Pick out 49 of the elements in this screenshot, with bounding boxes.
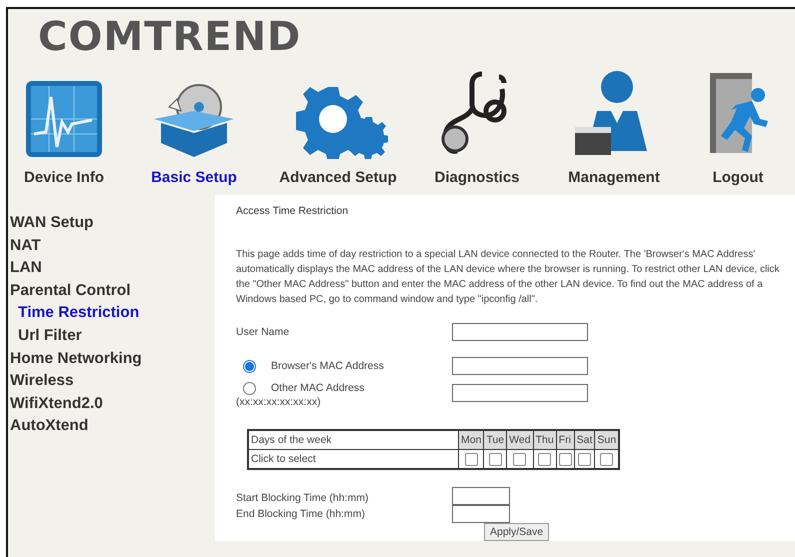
monitor-graph-icon[interactable]	[24, 79, 104, 159]
format-hint: (xx:xx:xx:xx:xx:xx)	[236, 396, 322, 408]
page-title: Access Time Restriction	[236, 205, 350, 217]
sidebar-item[interactable]: Wireless	[8, 370, 74, 393]
sidebar-item[interactable]: NAT	[8, 234, 41, 258]
input-field[interactable]	[452, 384, 588, 402]
checkbox[interactable]	[600, 452, 614, 466]
nav-link[interactable]: Advanced Setup	[279, 169, 397, 186]
nav-link[interactable]: Logout	[712, 169, 764, 186]
sidebar-item[interactable]: Parental Control	[8, 280, 131, 302]
radio-button[interactable]	[243, 382, 256, 394]
table-cell: Fri	[556, 430, 574, 450]
checkbox[interactable]	[488, 452, 502, 466]
checkbox[interactable]	[513, 452, 526, 466]
sidebar-item[interactable]: AutoXtend	[8, 415, 88, 438]
sidebar-item[interactable]: WifiXtend2.0	[8, 392, 103, 416]
table-cell: Wed	[506, 430, 534, 450]
table-cell: Thu	[533, 430, 556, 450]
sidebar-item[interactable]: Home Networking	[8, 348, 142, 370]
nav-link[interactable]: Diagnostics	[434, 169, 520, 186]
sidebar-item[interactable]: Url Filter	[8, 324, 82, 348]
logo: COMTREND	[37, 13, 302, 59]
field-label: End Blocking Time (hh:mm)	[236, 508, 366, 520]
nav-link[interactable]: Basic Setup	[151, 169, 237, 186]
checkbox[interactable]	[578, 452, 592, 466]
radio-label: Other MAC Address	[271, 382, 364, 394]
sidebar-item[interactable]: LAN	[8, 257, 42, 280]
table-cell: Tue	[484, 430, 507, 450]
radio-label: Browser's MAC Address	[271, 360, 384, 372]
table-cell: Sun	[594, 430, 620, 450]
input-field[interactable]	[452, 487, 510, 505]
input-field[interactable]	[452, 505, 510, 523]
checkbox[interactable]	[538, 452, 552, 466]
apply-save-button[interactable]: Apply/Save	[484, 523, 550, 541]
input-field[interactable]	[452, 323, 588, 341]
checkbox[interactable]	[464, 452, 478, 466]
nav-link[interactable]: Device Info	[24, 169, 104, 186]
nav-link[interactable]: Management	[568, 169, 660, 186]
description-text: This page adds time of day restriction to a special LAN device connected to the Router. The 'Browser's MAC Address' automatically displays the MAC address of the LAN device where the browser is running. To restrict other LAN device, click the "Other MAC Address" button and enter the MAC address of the other LAN device. To find out the MAC address of a Windows based PC, go to command window and type "ipconfig /all".	[236, 248, 780, 307]
field-label: User Name	[236, 326, 290, 338]
table-cell: Days of the week	[248, 430, 458, 450]
radio-button[interactable]	[243, 360, 256, 372]
input-field[interactable]	[452, 357, 588, 375]
checkbox[interactable]	[558, 452, 572, 466]
field-label: Start Blocking Time (hh:mm)	[236, 492, 370, 504]
table-cell: Mon	[458, 430, 484, 450]
table-cell: Sat	[574, 430, 595, 450]
sidebar-item[interactable]: Time Restriction	[8, 302, 140, 325]
sidebar-item[interactable]: WAN Setup	[8, 212, 94, 235]
